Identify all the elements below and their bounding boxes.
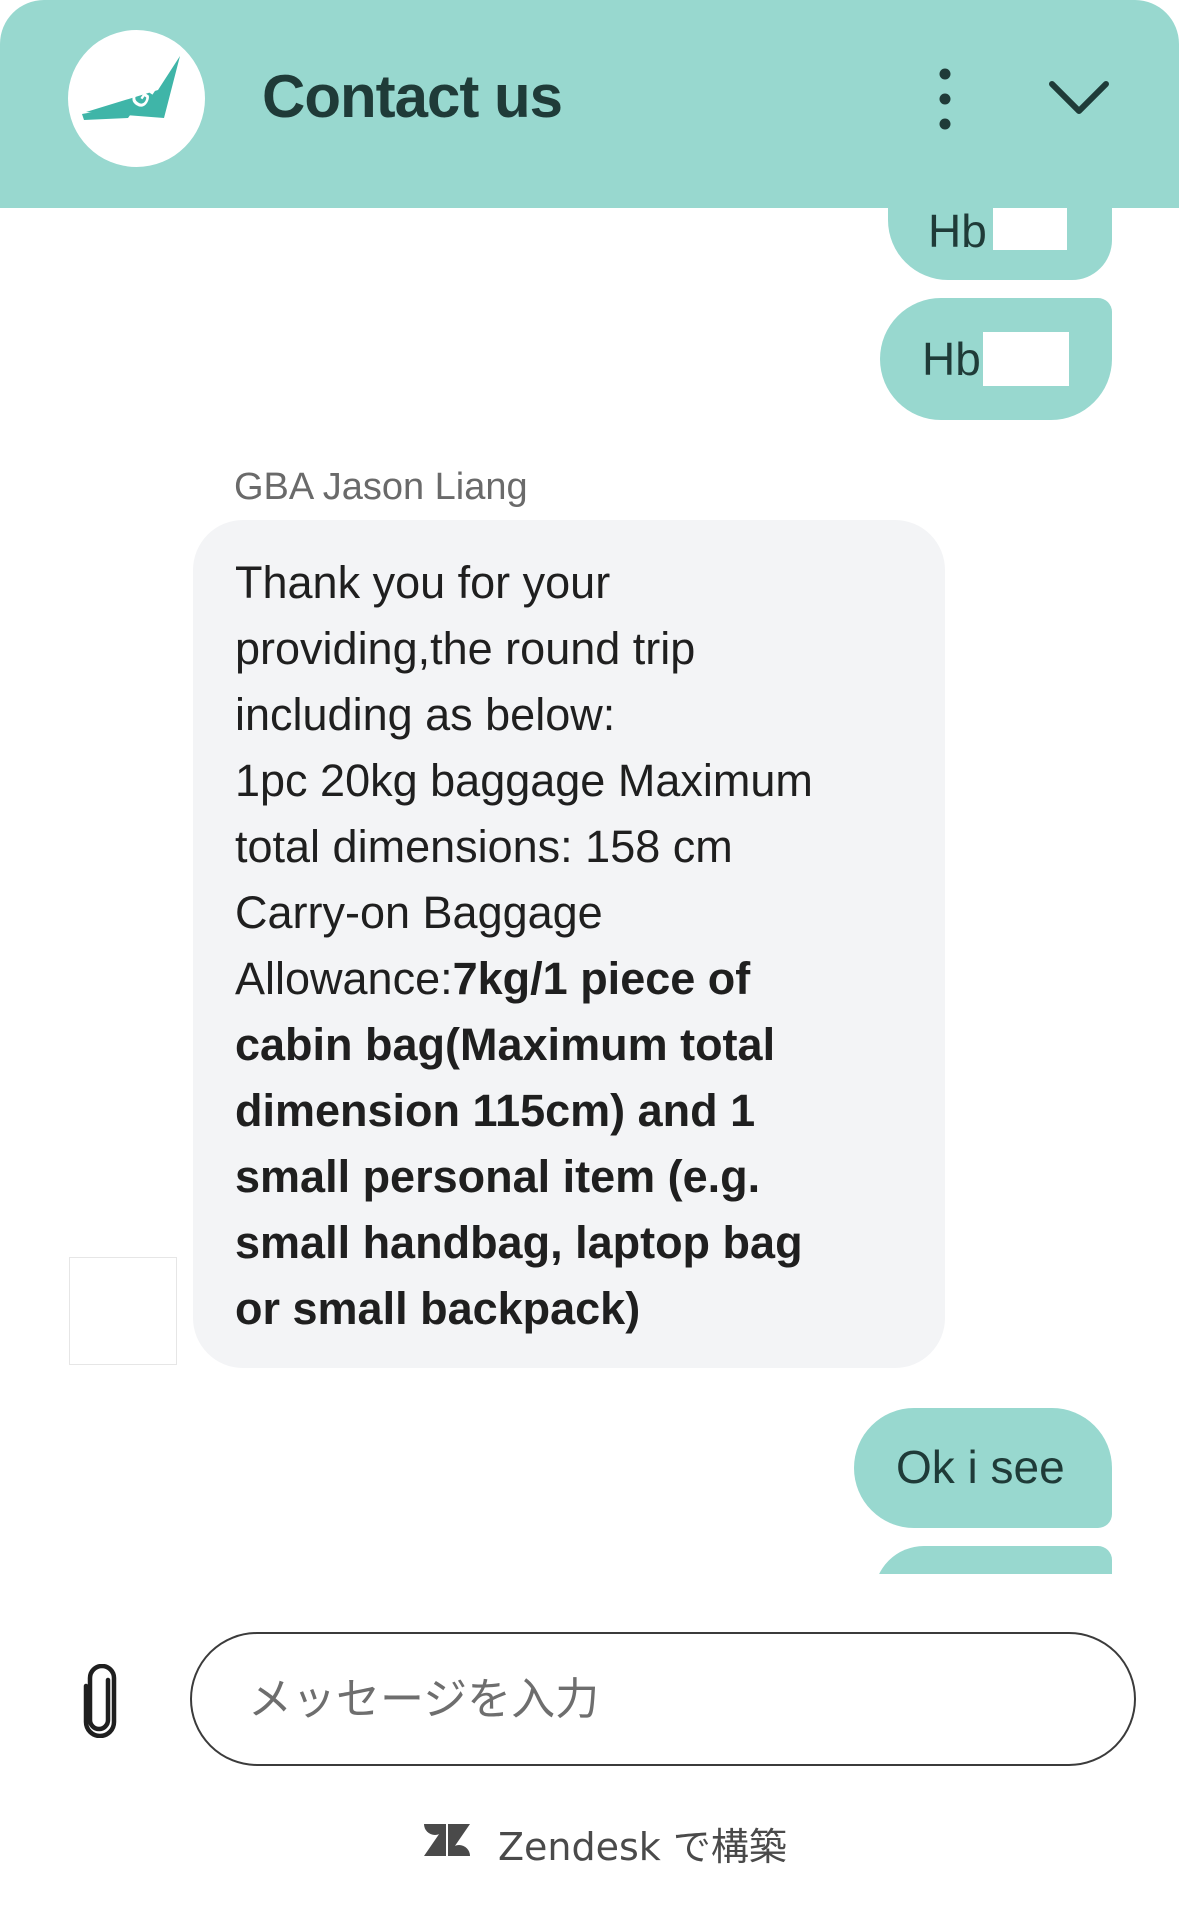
agent-avatar <box>69 1257 177 1365</box>
message-text: Hb <box>928 208 987 257</box>
message-line-bold: small personal item (e.g. <box>235 1151 761 1202</box>
agent-name: GBA Jason Liang <box>234 466 528 508</box>
message-line: including as below: <box>235 689 616 740</box>
more-options-button[interactable] <box>928 64 962 134</box>
attach-file-button[interactable] <box>78 1663 122 1739</box>
message-line: 1pc 20kg baggage Maximum <box>235 755 813 806</box>
user-message: Hb <box>880 298 1112 420</box>
allowance-value: 7kg/1 piece of <box>452 953 751 1004</box>
message-input[interactable] <box>190 1632 1136 1766</box>
chat-widget: GBA Contact us Hb Hb GBA Jason Liang Tha… <box>0 0 1179 1925</box>
message-list[interactable]: Hb Hb GBA Jason Liang Thank you for your… <box>0 208 1179 1574</box>
powered-by-text: Zendesk で構築 <box>498 1825 787 1869</box>
allowance-label: Allowance: <box>235 953 453 1004</box>
message-line: Allowance:7kg/1 piece of <box>235 946 915 1012</box>
message-line: total dimensions: 158 cm <box>235 821 733 872</box>
agent-message: Thank you for your providing,the round t… <box>193 520 945 1368</box>
powered-by-footer[interactable]: Zendesk で構築 <box>0 1814 1179 1869</box>
redacted-block <box>983 332 1069 386</box>
message-line: providing,the round trip <box>235 623 696 674</box>
user-message: Ok i see <box>854 1408 1112 1528</box>
chat-header: GBA Contact us <box>0 0 1179 208</box>
tail-logo-icon: GBA <box>82 56 180 120</box>
message-line-bold: small handbag, laptop bag <box>235 1217 803 1268</box>
airline-logo: GBA <box>68 30 205 167</box>
user-message-partial <box>874 1546 1112 1574</box>
message-text: Ok i see <box>896 1441 1065 1493</box>
vertical-ellipsis-icon <box>939 68 951 130</box>
message-line-bold: dimension 115cm) and 1 <box>235 1085 756 1136</box>
zendesk-logo-icon <box>424 1824 470 1856</box>
message-line-bold: or small backpack) <box>235 1283 641 1334</box>
paperclip-icon <box>83 1663 117 1739</box>
message-line: Carry-on Baggage <box>235 887 603 938</box>
chevron-down-icon <box>1049 81 1109 114</box>
redacted-block <box>993 208 1067 250</box>
page-title: Contact us <box>262 63 563 130</box>
message-line-bold: cabin bag(Maximum total <box>235 1019 776 1070</box>
message-text: Hb <box>922 333 981 385</box>
minimize-chat-button[interactable] <box>1044 64 1114 134</box>
user-message: Hb <box>888 208 1112 280</box>
message-line: Thank you for your <box>235 557 611 608</box>
